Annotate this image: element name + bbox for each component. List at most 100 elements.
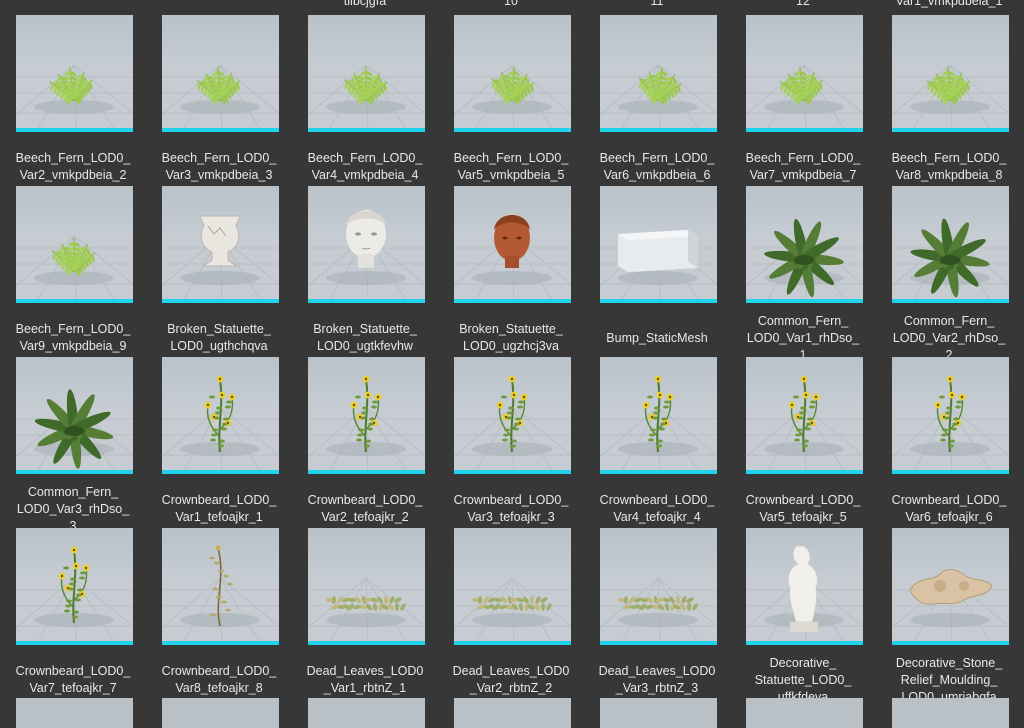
asset-tile[interactable]: Dead_Leaves_LOD0 _Var1_rbtnZ_1 xyxy=(292,528,438,699)
partial-asset-label: 11 xyxy=(650,0,664,8)
asset-label: Crownbeard_LOD0_ Var8_tefoajkr_8 xyxy=(161,664,277,695)
asset-thumbnail[interactable] xyxy=(162,15,279,132)
partial-asset-label: Var1_vmkpdbeia_1 xyxy=(895,0,1003,8)
asset-thumbnail[interactable] xyxy=(308,186,425,303)
asset-thumbnail[interactable] xyxy=(892,357,1009,474)
asset-tile[interactable]: Bump_StaticMesh xyxy=(584,186,730,357)
asset-thumbnail[interactable] xyxy=(16,357,133,474)
asset-thumbnail[interactable] xyxy=(892,15,1009,132)
asset-tile[interactable]: Broken_Statuette_ LOD0_ugtkfevhw xyxy=(292,186,438,357)
asset-thumbnail[interactable] xyxy=(746,15,863,132)
asset-tile[interactable]: Dead_Leaves_LOD0 _Var3_rbtnZ_3 xyxy=(584,528,730,699)
asset-tile[interactable]: Beech_Fern_LOD0_ Var7_vmkpdbeia_7 xyxy=(730,15,876,186)
fern-dark-icon xyxy=(892,186,1009,303)
relief-icon xyxy=(892,528,1009,645)
asset-tile[interactable]: Broken_Statuette_ LOD0_ugthchqva xyxy=(146,186,292,357)
asset-thumbnail[interactable] xyxy=(600,186,717,303)
leaves-icon xyxy=(600,528,717,645)
asset-tile[interactable]: Crownbeard_LOD0_ Var3_tefoajkr_3 xyxy=(438,357,584,528)
asset-thumbnail[interactable] xyxy=(308,357,425,474)
asset-tile[interactable]: Decorative_ Statuette_LOD0_ uffkfdeva xyxy=(730,528,876,702)
fern-dark-icon xyxy=(16,357,133,474)
asset-tile[interactable]: Crownbeard_LOD0_ Var2_tefoajkr_2 xyxy=(292,357,438,528)
asset-label: Decorative_Stone_ Relief_Moulding_ LOD0_… xyxy=(895,658,1003,702)
asset-label: Beech_Fern_LOD0_ Var8_vmkpdbeia_8 xyxy=(891,151,1007,182)
asset-label: Broken_Statuette_ LOD0_ugtkfevhw xyxy=(313,322,417,353)
partial-asset-thumbnail[interactable] xyxy=(16,698,133,728)
asset-thumbnail[interactable] xyxy=(892,528,1009,645)
head-white-icon xyxy=(308,186,425,303)
asset-thumbnail[interactable] xyxy=(454,357,571,474)
asset-label: Dead_Leaves_LOD0 _Var3_rbtnZ_3 xyxy=(598,664,716,695)
fern-icon xyxy=(162,15,279,132)
fern-icon xyxy=(16,186,133,303)
asset-thumbnail[interactable] xyxy=(16,528,133,645)
asset-tile[interactable]: Crownbeard_LOD0_ Var8_tefoajkr_8 xyxy=(146,528,292,699)
fern-icon xyxy=(308,15,425,132)
asset-tile[interactable]: Broken_Statuette_ LOD0_ugzhcj3va xyxy=(438,186,584,357)
asset-thumbnail[interactable] xyxy=(308,528,425,645)
asset-tile[interactable]: Crownbeard_LOD0_ Var4_tefoajkr_4 xyxy=(584,357,730,528)
flower-icon xyxy=(600,357,717,474)
partial-asset-thumbnail[interactable] xyxy=(308,698,425,728)
asset-label: Crownbeard_LOD0_ Var7_tefoajkr_7 xyxy=(15,664,131,695)
asset-thumbnail[interactable] xyxy=(600,528,717,645)
asset-tile[interactable]: Crownbeard_LOD0_ Var6_tefoajkr_6 xyxy=(876,357,1022,528)
asset-tile[interactable]: Crownbeard_LOD0_ Var5_tefoajkr_5 xyxy=(730,357,876,528)
asset-label: Common_Fern_ LOD0_Var1_rhDso_ 1 xyxy=(746,316,860,360)
asset-tile[interactable]: Beech_Fern_LOD0_ Var8_vmkpdbeia_8 xyxy=(876,15,1022,186)
partial-asset-thumbnail[interactable] xyxy=(600,698,717,728)
asset-tile[interactable]: Dead_Leaves_LOD0 _Var2_rbtnZ_2 xyxy=(438,528,584,699)
partial-asset-thumbnail[interactable] xyxy=(892,698,1009,728)
partial-asset-label: 10 xyxy=(504,0,518,8)
asset-tile[interactable]: Beech_Fern_LOD0_ Var5_vmkpdbeia_5 xyxy=(438,15,584,186)
asset-thumbnail[interactable] xyxy=(454,186,571,303)
asset-thumbnail[interactable] xyxy=(16,15,133,132)
leaves-icon xyxy=(454,528,571,645)
asset-tile[interactable]: Common_Fern_ LOD0_Var3_rhDso_ 3 xyxy=(0,357,146,531)
asset-tile[interactable]: Crownbeard_LOD0_ Var1_tefoajkr_1 xyxy=(146,357,292,528)
asset-tile[interactable]: Decorative_Stone_ Relief_Moulding_ LOD0_… xyxy=(876,528,1022,702)
asset-thumbnail[interactable] xyxy=(454,15,571,132)
asset-thumbnail[interactable] xyxy=(454,528,571,645)
flower-icon xyxy=(454,357,571,474)
asset-thumbnail[interactable] xyxy=(308,15,425,132)
asset-label: Dead_Leaves_LOD0 _Var1_rbtnZ_1 xyxy=(306,664,424,695)
asset-thumbnail[interactable] xyxy=(162,528,279,645)
asset-grid: tiibcjgfa 10 11 12 Var1_vmkpdbeia_1 Beech_Fe… xyxy=(0,0,1024,728)
partial-asset-thumbnail[interactable] xyxy=(162,698,279,728)
partial-asset-thumbnail[interactable] xyxy=(746,698,863,728)
box-icon xyxy=(600,186,717,303)
asset-tile[interactable]: Beech_Fern_LOD0_ Var3_vmkpdbeia_3 xyxy=(146,15,292,186)
asset-thumbnail[interactable] xyxy=(600,357,717,474)
asset-tile[interactable]: Beech_Fern_LOD0_ Var6_vmkpdbeia_6 xyxy=(584,15,730,186)
asset-thumbnail[interactable] xyxy=(746,186,863,303)
asset-thumbnail[interactable] xyxy=(162,357,279,474)
asset-tile[interactable]: Crownbeard_LOD0_ Var7_tefoajkr_7 xyxy=(0,528,146,699)
asset-thumbnail[interactable] xyxy=(162,186,279,303)
asset-tile[interactable]: Common_Fern_ LOD0_Var2_rhDso_ 2 xyxy=(876,186,1022,360)
partial-asset-label: 12 xyxy=(796,0,810,8)
asset-label: Crownbeard_LOD0_ Var6_tefoajkr_6 xyxy=(891,493,1007,524)
asset-label: Crownbeard_LOD0_ Var4_tefoajkr_4 xyxy=(599,493,715,524)
asset-tile[interactable]: Beech_Fern_LOD0_ Var9_vmkpdbeia_9 xyxy=(0,186,146,357)
asset-label: Crownbeard_LOD0_ Var3_tefoajkr_3 xyxy=(453,493,569,524)
asset-thumbnail[interactable] xyxy=(746,357,863,474)
asset-thumbnail[interactable] xyxy=(746,528,863,645)
asset-thumbnail[interactable] xyxy=(892,186,1009,303)
asset-label: Beech_Fern_LOD0_ Var5_vmkpdbeia_5 xyxy=(453,151,569,182)
asset-label: Crownbeard_LOD0_ Var2_tefoajkr_2 xyxy=(307,493,423,524)
asset-label: Broken_Statuette_ LOD0_ugzhcj3va xyxy=(459,322,563,353)
partial-asset-thumbnail[interactable] xyxy=(454,698,571,728)
flower-icon xyxy=(16,528,133,645)
asset-thumbnail[interactable] xyxy=(600,15,717,132)
flower-dry-icon xyxy=(162,528,279,645)
asset-label: Beech_Fern_LOD0_ Var7_vmkpdbeia_7 xyxy=(745,151,861,182)
asset-label: Common_Fern_ LOD0_Var3_rhDso_ 3 xyxy=(16,487,130,531)
asset-tile[interactable]: Common_Fern_ LOD0_Var1_rhDso_ 1 xyxy=(730,186,876,360)
asset-tile[interactable]: Beech_Fern_LOD0_ Var4_vmkpdbeia_4 xyxy=(292,15,438,186)
fern-icon xyxy=(16,15,133,132)
asset-tile[interactable]: Beech_Fern_LOD0_ Var2_vmkpdbeia_2 xyxy=(0,15,146,186)
flower-icon xyxy=(162,357,279,474)
asset-thumbnail[interactable] xyxy=(16,186,133,303)
